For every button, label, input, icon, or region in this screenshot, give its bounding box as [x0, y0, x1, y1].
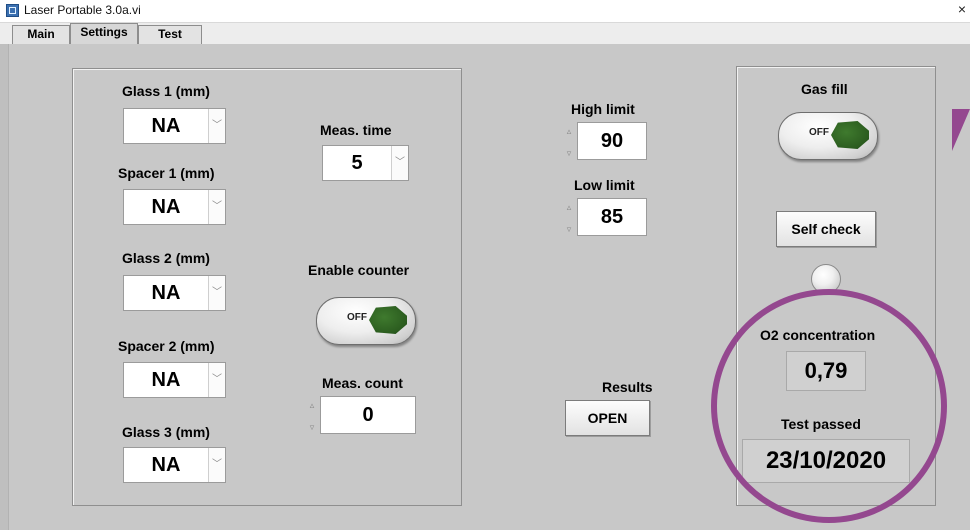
spacer1-label: Spacer 1 (mm): [118, 165, 215, 181]
results-label: Results: [602, 379, 653, 395]
tab-strip: Main Settings Test: [0, 23, 970, 45]
app-icon: [6, 4, 19, 17]
toggle-knob-icon: [369, 306, 407, 334]
title-bar: Laser Portable 3.0a.vi ×: [0, 0, 970, 23]
low-limit-label: Low limit: [574, 177, 635, 193]
gas-fill-label: Gas fill: [801, 81, 848, 97]
glass2-label: Glass 2 (mm): [122, 250, 210, 266]
spacer2-value: NA: [151, 369, 181, 391]
test-passed-date: 23/10/2020: [742, 439, 910, 483]
glass2-value: NA: [151, 282, 181, 304]
spin-down-icon[interactable]: ▿: [307, 420, 317, 434]
settings-panel: Glass 1 (mm) NA ﹀ Spacer 1 (mm) NA ﹀ Gla…: [0, 44, 970, 530]
self-check-led: [811, 264, 841, 294]
enable-counter-toggle[interactable]: OFF: [316, 297, 416, 345]
meas-count-input[interactable]: 0: [320, 396, 416, 434]
chevron-down-icon[interactable]: ﹀: [208, 190, 225, 224]
toggle-knob-icon: [831, 121, 869, 149]
glass1-value: NA: [151, 115, 181, 137]
spin-up-icon[interactable]: ▵: [307, 398, 317, 412]
low-limit-input[interactable]: 85: [577, 198, 647, 236]
meas-count-label: Meas. count: [322, 375, 403, 391]
meas-time-select[interactable]: 5 ﹀: [322, 145, 409, 181]
tab-main[interactable]: Main: [12, 25, 70, 44]
glass1-select[interactable]: NA ﹀: [123, 108, 226, 144]
gas-fill-toggle[interactable]: OFF: [778, 112, 878, 160]
meas-time-value: 5: [351, 152, 363, 174]
spin-up-icon[interactable]: ▵: [564, 124, 574, 138]
o2-concentration-label: O2 concentration: [760, 327, 876, 343]
high-limit-label: High limit: [571, 101, 635, 117]
spacer2-select[interactable]: NA ﹀: [123, 362, 226, 398]
low-limit-spinner[interactable]: ▵ ▿: [564, 198, 574, 236]
toggle-off-text: OFF: [809, 127, 829, 138]
high-limit-input[interactable]: 90: [577, 122, 647, 160]
close-icon[interactable]: ×: [958, 1, 966, 17]
chevron-down-icon[interactable]: ﹀: [208, 109, 225, 143]
spin-down-icon[interactable]: ▿: [564, 222, 574, 236]
chevron-down-icon[interactable]: ﹀: [208, 276, 225, 310]
window-title: Laser Portable 3.0a.vi: [24, 3, 141, 17]
tab-test[interactable]: Test: [138, 25, 202, 44]
meas-time-label: Meas. time: [320, 122, 392, 138]
glass3-value: NA: [151, 454, 181, 476]
glass3-select[interactable]: NA ﹀: [123, 447, 226, 483]
spin-down-icon[interactable]: ▿: [564, 146, 574, 160]
chevron-down-icon[interactable]: ﹀: [208, 363, 225, 397]
spacer1-value: NA: [151, 196, 181, 218]
annotation-arrow: [952, 109, 970, 151]
spacer1-select[interactable]: NA ﹀: [123, 189, 226, 225]
chevron-down-icon[interactable]: ﹀: [208, 448, 225, 482]
self-check-button[interactable]: Self check: [776, 211, 876, 247]
toggle-off-text: OFF: [347, 312, 367, 323]
spacer2-label: Spacer 2 (mm): [118, 338, 215, 354]
chevron-down-icon[interactable]: ﹀: [391, 146, 408, 180]
o2-concentration-value: 0,79: [786, 351, 866, 391]
glass3-label: Glass 3 (mm): [122, 424, 210, 440]
spin-up-icon[interactable]: ▵: [564, 200, 574, 214]
glass2-select[interactable]: NA ﹀: [123, 275, 226, 311]
glass1-label: Glass 1 (mm): [122, 83, 210, 99]
tab-settings[interactable]: Settings: [70, 23, 138, 45]
open-results-button[interactable]: OPEN: [565, 400, 650, 436]
enable-counter-label: Enable counter: [308, 262, 410, 278]
high-limit-spinner[interactable]: ▵ ▿: [564, 122, 574, 160]
meas-count-spinner[interactable]: ▵ ▿: [307, 396, 317, 434]
test-passed-label: Test passed: [781, 416, 861, 432]
